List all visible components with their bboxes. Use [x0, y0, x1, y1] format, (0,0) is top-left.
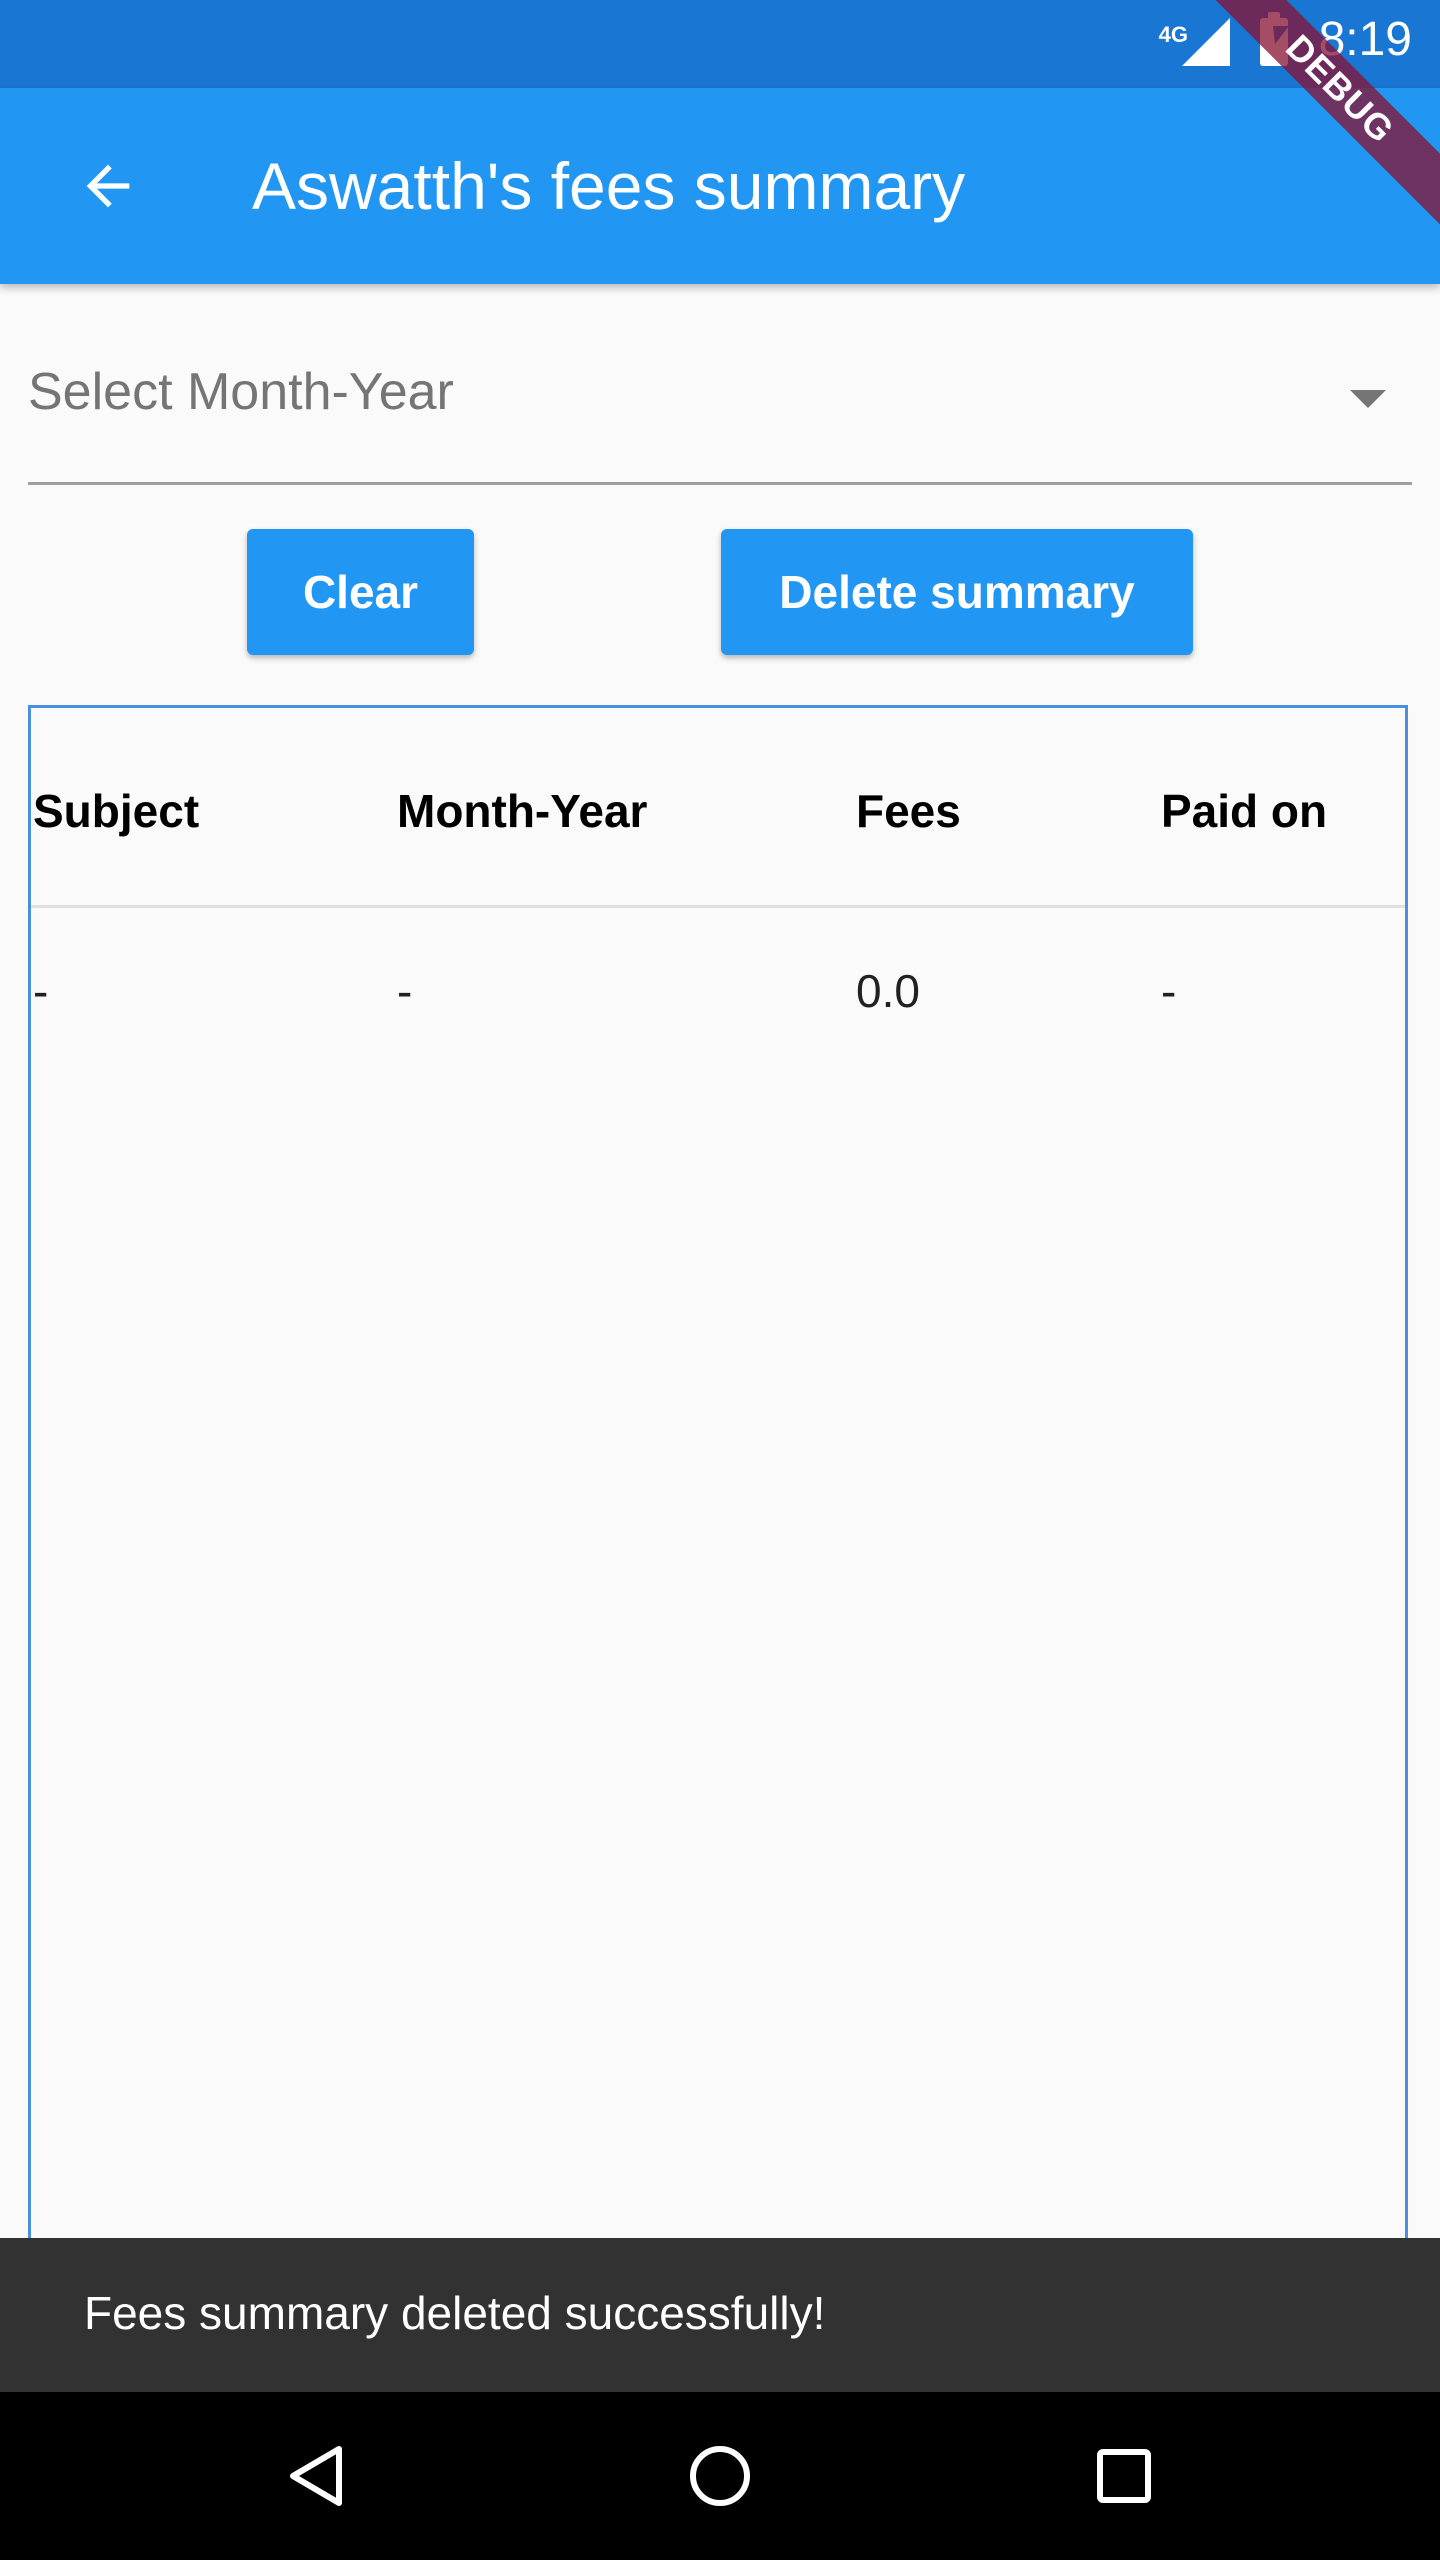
nav-back-icon	[290, 2446, 342, 2506]
clear-button[interactable]: Clear	[247, 529, 474, 655]
month-year-dropdown[interactable]: Select Month-Year	[28, 340, 1412, 485]
app-bar: Aswatth's fees summary	[0, 88, 1440, 284]
column-header-fees: Fees	[856, 785, 961, 837]
nav-recents-icon	[1097, 2449, 1151, 2503]
dropdown-hint: Select Month-Year	[28, 363, 454, 421]
delete-summary-button[interactable]: Delete summary	[721, 529, 1193, 655]
signal-strength-indicator	[1208, 18, 1230, 66]
back-button[interactable]	[56, 134, 160, 238]
nav-recents-button[interactable]	[1074, 2426, 1174, 2526]
status-bar: 4G 8:19	[0, 0, 1440, 88]
cell-subject: -	[33, 965, 49, 1017]
nav-home-button[interactable]	[670, 2426, 770, 2526]
column-header-subject: Subject	[33, 785, 200, 837]
column-header-paid-on: Paid on	[1161, 785, 1328, 837]
column-header-month-year: Month-Year	[397, 785, 648, 837]
arrow-back-icon	[86, 164, 130, 208]
cell-fees: 0.0	[856, 965, 920, 1017]
snackbar-message: Fees summary deleted successfully!	[84, 2287, 826, 2339]
dropdown-arrow-icon	[1350, 390, 1386, 408]
header-divider	[31, 905, 1405, 908]
snackbar: Fees summary deleted successfully!	[0, 2238, 1440, 2392]
page-title: Aswatth's fees summary	[252, 149, 966, 223]
nav-back-button[interactable]	[266, 2426, 366, 2526]
cell-month-year: -	[397, 965, 413, 1017]
system-nav-bar	[0, 2392, 1440, 2560]
nav-home-icon	[690, 2446, 750, 2506]
cell-paid-on: -	[1161, 965, 1177, 1017]
fees-summary-screen: 4G 8:19 DEBUG Aswatth's fees summary Sel…	[0, 0, 1440, 2560]
